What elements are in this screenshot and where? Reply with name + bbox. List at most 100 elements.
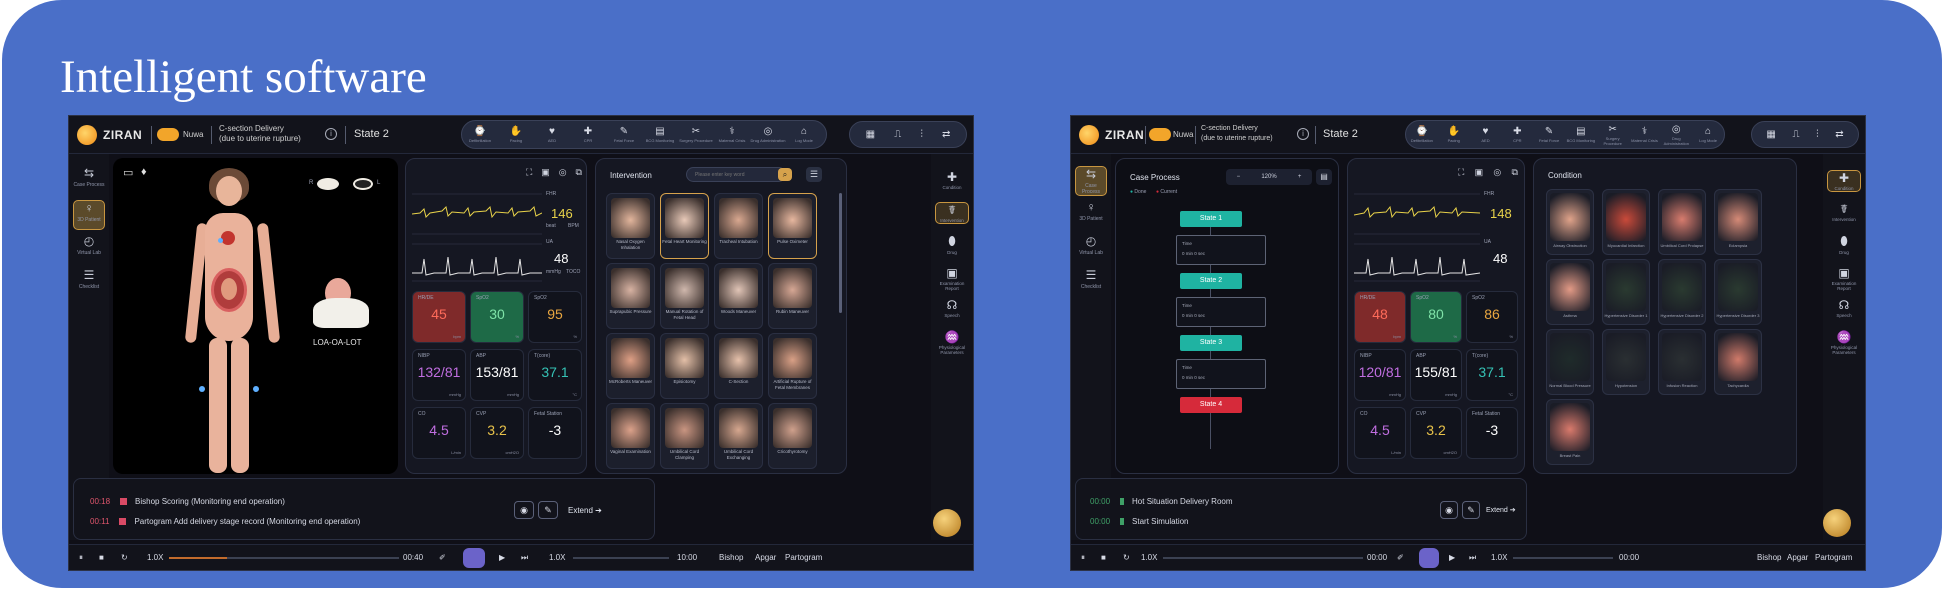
- view-control-icon[interactable]: ⫶: [920, 129, 923, 140]
- document-icon[interactable]: ▤: [1316, 169, 1332, 185]
- toolbar-surgery-procedure-button[interactable]: ✂ Surgery Procedure: [1597, 124, 1629, 146]
- vital-tile-spo2[interactable]: SpO2 95%: [528, 291, 582, 343]
- intervention-card-fetal-heart-monitoring[interactable]: Fetal Heart Monitoring: [660, 193, 709, 259]
- vital-tile-hr-de[interactable]: HR/DE 48 bpm: [1354, 291, 1406, 343]
- intervention-card-artificial-rupture-of-fetal-membranes[interactable]: Artificial Rupture of Fetal Membranes: [768, 333, 817, 399]
- view-control-icon[interactable]: ⇄: [1835, 129, 1843, 140]
- pelvis-model[interactable]: [313, 298, 369, 328]
- extend-button[interactable]: Extend ➔: [568, 506, 602, 515]
- condition-card-hypertensive-disorder-3[interactable]: Hypertensive Disorder 3: [1714, 259, 1762, 325]
- fullscreen-icon[interactable]: ⧉: [1512, 167, 1518, 181]
- camera-log-icon[interactable]: ◉: [514, 501, 534, 519]
- apgar-button[interactable]: Apgar: [1787, 553, 1808, 562]
- toolbar-drug-administration-button[interactable]: ◎ Drug Administration: [1660, 124, 1692, 146]
- stop-icon[interactable]: ■: [99, 553, 104, 562]
- view-control-icon[interactable]: ▦: [1766, 129, 1775, 140]
- stop-icon[interactable]: ■: [1101, 553, 1106, 562]
- list-view-icon[interactable]: ☰: [806, 167, 822, 182]
- pause-icon[interactable]: ⏸: [79, 553, 83, 563]
- intervention-card-suprapubic-pressure[interactable]: Suprapubic Pressure: [606, 263, 655, 329]
- expand-icon[interactable]: ⛶: [526, 167, 532, 181]
- sensor-dot[interactable]: [199, 386, 205, 392]
- intervention-scrollbar[interactable]: [839, 193, 842, 313]
- zoom-control[interactable]: − 120% +: [1226, 169, 1312, 185]
- vital-tile-nibp[interactable]: NIBP 132/81 mmHg: [412, 349, 466, 401]
- partogram-button[interactable]: Partogram: [1815, 553, 1852, 562]
- sensor-dot[interactable]: [253, 386, 259, 392]
- vital-tile-cvp[interactable]: CVP 3.2 cmH2O: [1410, 407, 1462, 459]
- state-node-2[interactable]: State 2: [1180, 273, 1242, 289]
- info-icon[interactable]: i: [1297, 128, 1309, 140]
- expand-icon[interactable]: ⛶: [1458, 167, 1464, 181]
- right-nav-examination-report[interactable]: ▣ Examination Report: [1827, 266, 1861, 291]
- speed-label-2[interactable]: 1.0X: [1491, 553, 1507, 562]
- eye-icon[interactable]: [353, 178, 373, 190]
- info-icon[interactable]: i: [325, 128, 337, 140]
- toolbar-defibrillation-button[interactable]: ⌚ Defibrillation: [1406, 126, 1438, 143]
- syringe-icon[interactable]: ✐: [1397, 553, 1404, 562]
- camera-log-icon[interactable]: ◉: [1440, 501, 1458, 519]
- toolbar-drug-administration-button[interactable]: ◎ Drug Administration: [750, 126, 786, 143]
- camera-icon[interactable]: ◎: [1493, 167, 1501, 181]
- right-nav-condition[interactable]: ✚ Condition: [935, 170, 969, 190]
- view-control-icon[interactable]: ⎍: [1792, 129, 1799, 140]
- vital-tile-co[interactable]: CO 4.5 L/min: [412, 407, 466, 459]
- fullscreen-icon[interactable]: ⧉: [576, 167, 582, 181]
- extend-button[interactable]: Extend ➔: [1486, 506, 1516, 514]
- left-nav-virtual-lab[interactable]: ◴ Virtual Lab: [73, 234, 105, 264]
- monitor-icon[interactable]: ▭: [123, 166, 133, 179]
- condition-card-hypotension[interactable]: Hypotension: [1602, 329, 1650, 395]
- right-nav-intervention[interactable]: ☤ Intervention: [1827, 202, 1861, 222]
- right-nav-physiological-parameters[interactable]: ♒ Physiological Parameters: [1827, 330, 1861, 355]
- right-nav-drug[interactable]: ⬮ Drug: [1827, 234, 1861, 255]
- vital-tile-hr-de[interactable]: HR/DE 45 bpm: [412, 291, 466, 343]
- intervention-card-woods-maneuver[interactable]: Woods Maneuver: [714, 263, 763, 329]
- intervention-card-episiotomy[interactable]: Episiotomy: [660, 333, 709, 399]
- intervention-card-pulse-oximeter[interactable]: Pulse Oximeter: [768, 193, 817, 259]
- right-nav-condition[interactable]: ✚ Condition: [1827, 170, 1861, 192]
- patient-mode-button[interactable]: [463, 548, 485, 568]
- toolbar-pacing-button[interactable]: ✋ Pacing: [1438, 126, 1470, 143]
- apgar-button[interactable]: Apgar: [755, 553, 776, 562]
- right-nav-examination-report[interactable]: ▣ Examination Report: [935, 266, 969, 291]
- intervention-card-rubin-maneuver[interactable]: Rubin Maneuver: [768, 263, 817, 329]
- vital-tile-co[interactable]: CO 4.5 L/min: [1354, 407, 1406, 459]
- view-control-icon[interactable]: ⫶: [1816, 129, 1819, 140]
- toolbar-fetal-force-button[interactable]: ✎ Fetal Force: [606, 126, 642, 143]
- vital-tile-abp[interactable]: ABP 155/81 mmHg: [1410, 349, 1462, 401]
- left-nav-checklist[interactable]: ☰ Checklist: [1075, 268, 1107, 298]
- condition-card-infusion-reaction[interactable]: Infusion Reaction: [1658, 329, 1706, 395]
- toolbar-fetal-force-button[interactable]: ✎ Fetal Force: [1533, 126, 1565, 143]
- drop-icon[interactable]: ♦: [141, 166, 147, 178]
- partogram-button[interactable]: Partogram: [785, 553, 822, 562]
- vital-tile-fetal-station[interactable]: Fetal Station -3: [1466, 407, 1518, 459]
- condition-card-umbilical-cord-prolapse[interactable]: Umbilical Cord Prolapse: [1658, 189, 1706, 255]
- toolbar-surgery-procedure-button[interactable]: ✂ Surgery Procedure: [678, 126, 714, 143]
- left-nav-case-process[interactable]: ⇆ Case Process: [73, 166, 105, 196]
- left-nav-case-process[interactable]: ⇆ Case Process: [1075, 166, 1107, 196]
- intervention-card-umbilical-cord-exchanging[interactable]: Umbilical Cord Exchanging: [714, 403, 763, 469]
- condition-card-asthma[interactable]: Asthma: [1546, 259, 1594, 325]
- right-nav-physiological-parameters[interactable]: ♒ Physiological Parameters: [935, 330, 969, 355]
- state-node-3[interactable]: State 3: [1180, 335, 1242, 351]
- achievement-medal-icon[interactable]: [933, 509, 961, 537]
- patient-3d-viewer[interactable]: ▭ ♦ R L LOA-OA-LOT: [113, 158, 398, 474]
- toolbar-cpr-button[interactable]: ✚ CPR: [1501, 126, 1533, 143]
- timeline-track-2[interactable]: [1513, 557, 1613, 559]
- toolbar-defibrillation-button[interactable]: ⌚ Defibrillation: [462, 126, 498, 143]
- toolbar-cpr-button[interactable]: ✚ CPR: [570, 126, 606, 143]
- view-front-icon[interactable]: [317, 178, 339, 190]
- condition-card-hypertensive-disorder-2[interactable]: Hypertensive Disorder 2: [1658, 259, 1706, 325]
- vital-tile-spo2[interactable]: SpO2 86%: [1466, 291, 1518, 343]
- toolbar-pacing-button[interactable]: ✋ Pacing: [498, 126, 534, 143]
- right-nav-speech[interactable]: ☊ Speech: [935, 298, 969, 318]
- state-node-4[interactable]: State 4: [1180, 397, 1242, 413]
- speed-label-1[interactable]: 1.0X: [1141, 553, 1157, 562]
- search-icon[interactable]: ⌕: [778, 168, 792, 181]
- vital-tile-t-core[interactable]: T(core) 37.1 °C: [528, 349, 582, 401]
- left-nav-3d-patient[interactable]: ♀ 3D Patient: [73, 200, 105, 230]
- condition-card-breast-pain[interactable]: Breast Pain: [1546, 399, 1594, 465]
- play-icon[interactable]: ▶: [499, 553, 505, 562]
- left-nav-virtual-lab[interactable]: ◴ Virtual Lab: [1075, 234, 1107, 264]
- timeline-track-1[interactable]: [1163, 557, 1363, 559]
